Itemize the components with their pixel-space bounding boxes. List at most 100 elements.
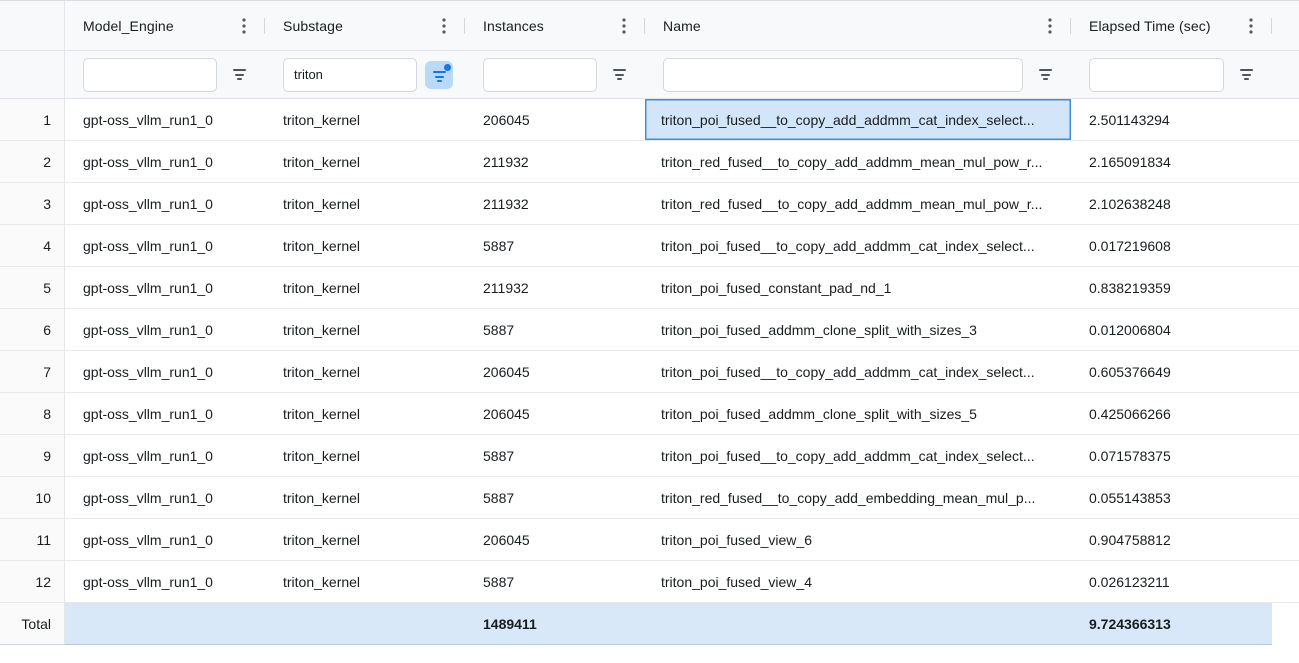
cell-substage[interactable]: triton_kernel: [265, 309, 465, 350]
cell-substage[interactable]: triton_kernel: [265, 225, 465, 266]
column-menu-icon[interactable]: [1244, 16, 1258, 36]
cell-name[interactable]: triton_poi_fused_addmm_clone_split_with_…: [645, 393, 1071, 434]
cell-substage[interactable]: triton_kernel: [265, 183, 465, 224]
cell-elapsed-time[interactable]: 2.501143294: [1071, 99, 1272, 140]
cell-instances[interactable]: 5887: [465, 435, 645, 476]
name-filter-input[interactable]: [663, 58, 1023, 92]
column-label-model-engine: Model_Engine: [83, 18, 174, 34]
column-menu-icon[interactable]: [617, 16, 631, 36]
model-engine-filter-input[interactable]: [83, 58, 217, 92]
table-row: 6 gpt-oss_vllm_run1_0 triton_kernel 5887…: [0, 309, 1299, 351]
header-filler: [1272, 1, 1299, 50]
cell-model-engine[interactable]: gpt-oss_vllm_run1_0: [65, 351, 265, 392]
cell-elapsed-time[interactable]: 2.165091834: [1071, 141, 1272, 182]
cell-elapsed-time[interactable]: 0.055143853: [1071, 477, 1272, 518]
cell-elapsed-time[interactable]: 0.071578375: [1071, 435, 1272, 476]
cell-instances[interactable]: 211932: [465, 267, 645, 308]
cell-instances[interactable]: 211932: [465, 141, 645, 182]
column-header-elapsed-time[interactable]: Elapsed Time (sec): [1071, 1, 1272, 50]
cell-elapsed-time[interactable]: 0.904758812: [1071, 519, 1272, 560]
filter-cell-instances: [465, 51, 645, 98]
cell-elapsed-time[interactable]: 0.012006804: [1071, 309, 1272, 350]
cell-model-engine[interactable]: gpt-oss_vllm_run1_0: [65, 477, 265, 518]
cell-name[interactable]: triton_red_fused__to_copy_add_embedding_…: [645, 477, 1071, 518]
cell-name[interactable]: triton_poi_fused__to_copy_add_addmm_cat_…: [645, 225, 1071, 266]
cell-model-engine[interactable]: gpt-oss_vllm_run1_0: [65, 99, 265, 140]
row-number: 1: [0, 99, 65, 140]
cell-name[interactable]: triton_poi_fused_constant_pad_nd_1: [645, 267, 1071, 308]
cell-name[interactable]: triton_poi_fused_addmm_clone_split_with_…: [645, 309, 1071, 350]
cell-substage[interactable]: triton_kernel: [265, 141, 465, 182]
cell-substage[interactable]: triton_kernel: [265, 561, 465, 602]
elapsed-time-filter-input[interactable]: [1089, 58, 1224, 92]
cell-substage[interactable]: triton_kernel: [265, 351, 465, 392]
cell-name[interactable]: triton_poi_fused_view_4: [645, 561, 1071, 602]
cell-name[interactable]: triton_poi_fused__to_copy_add_addmm_cat_…: [645, 435, 1071, 476]
cell-elapsed-time[interactable]: 0.425066266: [1071, 393, 1272, 434]
cell-model-engine[interactable]: gpt-oss_vllm_run1_0: [65, 309, 265, 350]
cell-model-engine[interactable]: gpt-oss_vllm_run1_0: [65, 393, 265, 434]
cell-model-engine[interactable]: gpt-oss_vllm_run1_0: [65, 225, 265, 266]
cell-substage[interactable]: triton_kernel: [265, 519, 465, 560]
cell-name[interactable]: triton_red_fused__to_copy_add_addmm_mean…: [645, 141, 1071, 182]
column-header-substage[interactable]: Substage: [265, 1, 465, 50]
cell-elapsed-time[interactable]: 0.605376649: [1071, 351, 1272, 392]
total-row: Total 1489411 9.724366313: [0, 603, 1299, 645]
cell-model-engine[interactable]: gpt-oss_vllm_run1_0: [65, 183, 265, 224]
cell-name[interactable]: triton_poi_fused__to_copy_add_addmm_cat_…: [645, 351, 1071, 392]
cell-instances[interactable]: 206045: [465, 99, 645, 140]
table-row: 9 gpt-oss_vllm_run1_0 triton_kernel 5887…: [0, 435, 1299, 477]
total-row-filler: [1272, 603, 1299, 645]
cell-instances[interactable]: 206045: [465, 351, 645, 392]
cell-instances[interactable]: 5887: [465, 309, 645, 350]
table-row: 2 gpt-oss_vllm_run1_0 triton_kernel 2119…: [0, 141, 1299, 183]
cell-substage[interactable]: triton_kernel: [265, 267, 465, 308]
cell-instances[interactable]: 5887: [465, 561, 645, 602]
table-row: 5 gpt-oss_vllm_run1_0 triton_kernel 2119…: [0, 267, 1299, 309]
table-row: 12 gpt-oss_vllm_run1_0 triton_kernel 588…: [0, 561, 1299, 603]
column-header-model-engine[interactable]: Model_Engine: [65, 1, 265, 50]
column-header-instances[interactable]: Instances: [465, 1, 645, 50]
cell-elapsed-time[interactable]: 0.026123211: [1071, 561, 1272, 602]
cell-instances[interactable]: 206045: [465, 393, 645, 434]
filter-icon[interactable]: [605, 61, 633, 89]
table-row: 8 gpt-oss_vllm_run1_0 triton_kernel 2060…: [0, 393, 1299, 435]
selected-cell-name[interactable]: triton_poi_fused__to_copy_add_addmm_cat_…: [645, 99, 1071, 140]
cell-elapsed-time[interactable]: 0.017219608: [1071, 225, 1272, 266]
cell-model-engine[interactable]: gpt-oss_vllm_run1_0: [65, 561, 265, 602]
row-number: 10: [0, 477, 65, 518]
cell-instances[interactable]: 211932: [465, 183, 645, 224]
column-menu-icon[interactable]: [237, 16, 251, 36]
column-menu-icon[interactable]: [437, 16, 451, 36]
row-number: 9: [0, 435, 65, 476]
cell-substage[interactable]: triton_kernel: [265, 99, 465, 140]
filter-cell-substage: [265, 51, 465, 98]
cell-model-engine[interactable]: gpt-oss_vllm_run1_0: [65, 519, 265, 560]
cell-instances[interactable]: 5887: [465, 477, 645, 518]
cell-instances[interactable]: 206045: [465, 519, 645, 560]
filter-icon[interactable]: [1031, 61, 1059, 89]
column-header-name[interactable]: Name: [645, 1, 1071, 50]
table-row: 4 gpt-oss_vllm_run1_0 triton_kernel 5887…: [0, 225, 1299, 267]
cell-substage[interactable]: triton_kernel: [265, 393, 465, 434]
row-number-filter-corner: [0, 51, 65, 98]
filter-icon[interactable]: [225, 61, 253, 89]
cell-name[interactable]: triton_red_fused__to_copy_add_addmm_mean…: [645, 183, 1071, 224]
cell-substage[interactable]: triton_kernel: [265, 477, 465, 518]
cell-substage[interactable]: triton_kernel: [265, 435, 465, 476]
column-menu-icon[interactable]: [1043, 16, 1057, 36]
cell-instances[interactable]: 5887: [465, 225, 645, 266]
column-label-instances: Instances: [483, 18, 544, 34]
filter-active-icon[interactable]: [425, 61, 453, 89]
row-number: 6: [0, 309, 65, 350]
filter-cell-elapsed-time: [1071, 51, 1272, 98]
cell-model-engine[interactable]: gpt-oss_vllm_run1_0: [65, 267, 265, 308]
cell-elapsed-time[interactable]: 2.102638248: [1071, 183, 1272, 224]
cell-model-engine[interactable]: gpt-oss_vllm_run1_0: [65, 435, 265, 476]
cell-name[interactable]: triton_poi_fused_view_6: [645, 519, 1071, 560]
cell-elapsed-time[interactable]: 0.838219359: [1071, 267, 1272, 308]
cell-model-engine[interactable]: gpt-oss_vllm_run1_0: [65, 141, 265, 182]
instances-filter-input[interactable]: [483, 58, 597, 92]
filter-icon[interactable]: [1232, 61, 1260, 89]
substage-filter-input[interactable]: [283, 58, 417, 92]
